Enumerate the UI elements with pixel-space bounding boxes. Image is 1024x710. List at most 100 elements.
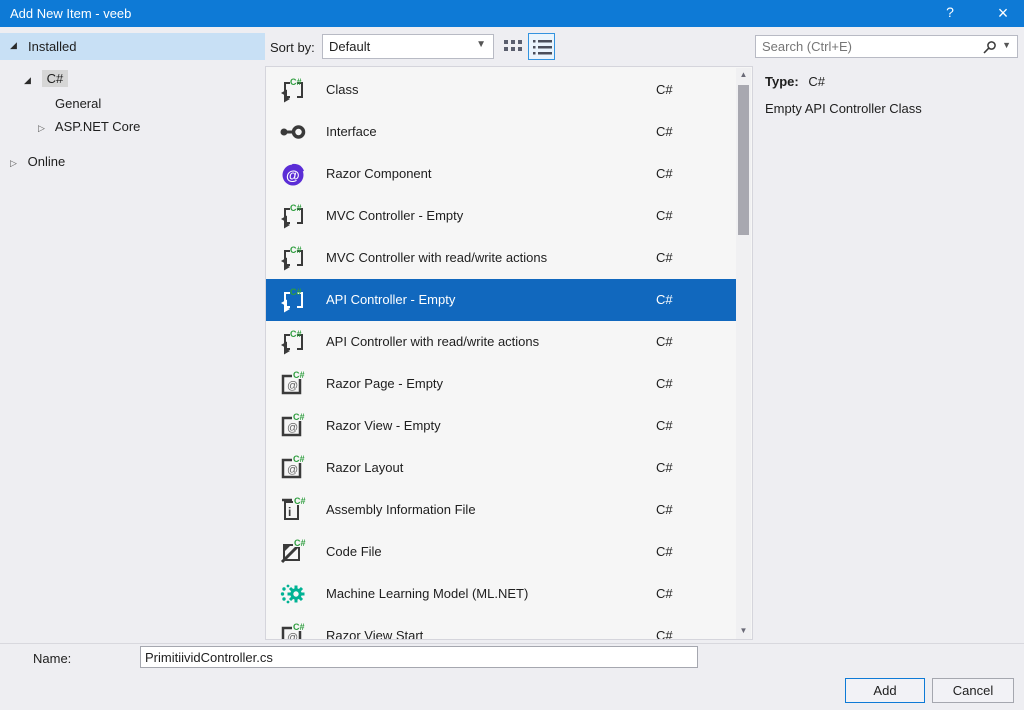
svg-text:C#: C# (294, 496, 306, 506)
svg-text:C#: C# (290, 329, 302, 339)
template-row[interactable]: C# MVC Controller - Empty C# (266, 195, 737, 237)
template-row[interactable]: i C#Assembly Information FileC# (266, 489, 737, 531)
svg-text:i: i (288, 505, 291, 519)
code-file-icon: C# (279, 538, 307, 566)
csharp-class-icon: C# (279, 286, 307, 314)
template-row[interactable]: @ C# Razor View - Empty C# (266, 405, 737, 447)
template-language: C# (656, 418, 673, 433)
close-icon[interactable]: × (988, 1, 1018, 25)
template-name: Assembly Information File (326, 502, 476, 517)
search-input[interactable] (756, 36, 984, 57)
sidebar-item-aspnet-core[interactable]: ▷ ASP.NET Core (38, 119, 140, 139)
svg-text:C#: C# (293, 454, 305, 464)
template-language: C# (656, 460, 673, 475)
template-name: API Controller with read/write actions (326, 334, 539, 349)
template-name: Razor View - Empty (326, 418, 441, 433)
template-language: C# (656, 376, 673, 391)
svg-text:C#: C# (293, 622, 305, 632)
template-language: C# (656, 544, 673, 559)
template-row[interactable]: @ C# Razor Page - Empty C# (266, 363, 737, 405)
razor-file-icon: @ C# (279, 370, 307, 398)
template-language: C# (656, 124, 673, 139)
scroll-up-icon[interactable]: ▲ (736, 70, 751, 79)
svg-text:C#: C# (290, 203, 302, 213)
csharp-class-icon: C# (279, 244, 307, 272)
template-row[interactable]: C# Class C# (266, 69, 737, 111)
name-input[interactable] (140, 646, 698, 668)
search-options-arrow-icon[interactable]: ▼ (1002, 40, 1011, 50)
sidebar-item-online[interactable]: ▷ Online (10, 154, 65, 174)
sidebar-item-csharp[interactable]: ◢ C# (24, 71, 68, 91)
template-row[interactable]: C# Code File C# (266, 531, 737, 573)
csharp-class-icon: C# (279, 328, 307, 356)
csharp-class-icon: C# (279, 202, 307, 230)
search-icon[interactable] (982, 40, 997, 58)
template-name: Code File (326, 544, 382, 559)
expand-triangle-icon[interactable]: ◢ (24, 75, 38, 86)
template-description: Empty API Controller Class (765, 101, 922, 116)
csharp-label: C# (42, 70, 69, 87)
template-list: C# Class C# Interface C# @Razor ComponentC… (265, 66, 753, 640)
template-language: C# (656, 334, 673, 349)
template-row[interactable]: C# MVC Controller with read/write action… (266, 237, 737, 279)
aspnet-core-label: ASP.NET Core (55, 119, 141, 134)
small-icons-view-button[interactable] (503, 38, 525, 58)
template-name: Razor View Start (326, 628, 423, 640)
list-view-button[interactable] (528, 33, 555, 60)
template-type-row: Type: C# (765, 74, 825, 89)
cancel-button[interactable]: Cancel (932, 678, 1014, 703)
sidebar-item-installed[interactable]: ◢ Installed (0, 33, 265, 60)
template-language: C# (656, 292, 673, 307)
footer-divider (0, 643, 1024, 644)
template-row[interactable]: Machine Learning Model (ML.NET) C# (266, 573, 737, 615)
template-row[interactable]: C# API Controller with read/write action… (266, 321, 737, 363)
window-title: Add New Item - veeb (10, 6, 131, 21)
template-name: API Controller - Empty (326, 292, 455, 307)
template-language: C# (656, 82, 673, 97)
svg-text:@: @ (287, 464, 298, 476)
razor-file-icon: @ C# (279, 622, 307, 640)
chevron-down-icon: ▼ (476, 39, 486, 50)
template-language: C# (656, 628, 673, 640)
search-box: ▼ (755, 35, 1018, 58)
type-value: C# (808, 74, 825, 89)
razor-file-icon: @ C# (279, 454, 307, 482)
installed-label: Installed (28, 39, 76, 54)
template-name: Razor Layout (326, 460, 403, 475)
template-name: Machine Learning Model (ML.NET) (326, 586, 528, 601)
template-name: MVC Controller - Empty (326, 208, 463, 223)
sort-dropdown[interactable]: Default ▼ (322, 34, 494, 59)
template-name: Interface (326, 124, 377, 139)
collapse-triangle-icon[interactable]: ▷ (38, 123, 52, 134)
svg-text:@: @ (287, 422, 298, 434)
svg-text:C#: C# (293, 412, 305, 422)
interface-icon (279, 118, 307, 146)
name-label: Name: (33, 651, 71, 666)
add-button[interactable]: Add (845, 678, 925, 703)
expand-triangle-icon[interactable]: ◢ (10, 40, 24, 51)
template-row[interactable]: @Razor ComponentC# (266, 153, 737, 195)
template-name: Class (326, 82, 359, 97)
template-language: C# (656, 250, 673, 265)
template-language: C# (656, 586, 673, 601)
template-name: Razor Page - Empty (326, 376, 443, 391)
svg-text:@: @ (287, 632, 298, 640)
template-row[interactable]: C# API Controller - Empty C# (266, 279, 737, 321)
vertical-scrollbar[interactable]: ▲ ▼ (736, 68, 751, 639)
sort-by-label: Sort by: (270, 40, 315, 55)
sidebar-item-general[interactable]: General (55, 96, 101, 116)
scrollbar-thumb[interactable] (738, 85, 749, 235)
template-language: C# (656, 208, 673, 223)
svg-text:C#: C# (290, 77, 302, 87)
online-label: Online (28, 154, 66, 169)
razor-component-icon: @ (279, 160, 307, 188)
collapse-triangle-icon[interactable]: ▷ (10, 158, 24, 169)
template-row[interactable]: Interface C# (266, 111, 737, 153)
general-label: General (55, 96, 101, 111)
mlnet-icon (279, 580, 307, 608)
help-icon[interactable]: ? (938, 4, 962, 24)
template-row[interactable]: @ C# Razor View Start C# (266, 615, 737, 640)
scroll-down-icon[interactable]: ▼ (736, 626, 751, 635)
template-row[interactable]: @ C# Razor Layout C# (266, 447, 737, 489)
template-name: MVC Controller with read/write actions (326, 250, 547, 265)
